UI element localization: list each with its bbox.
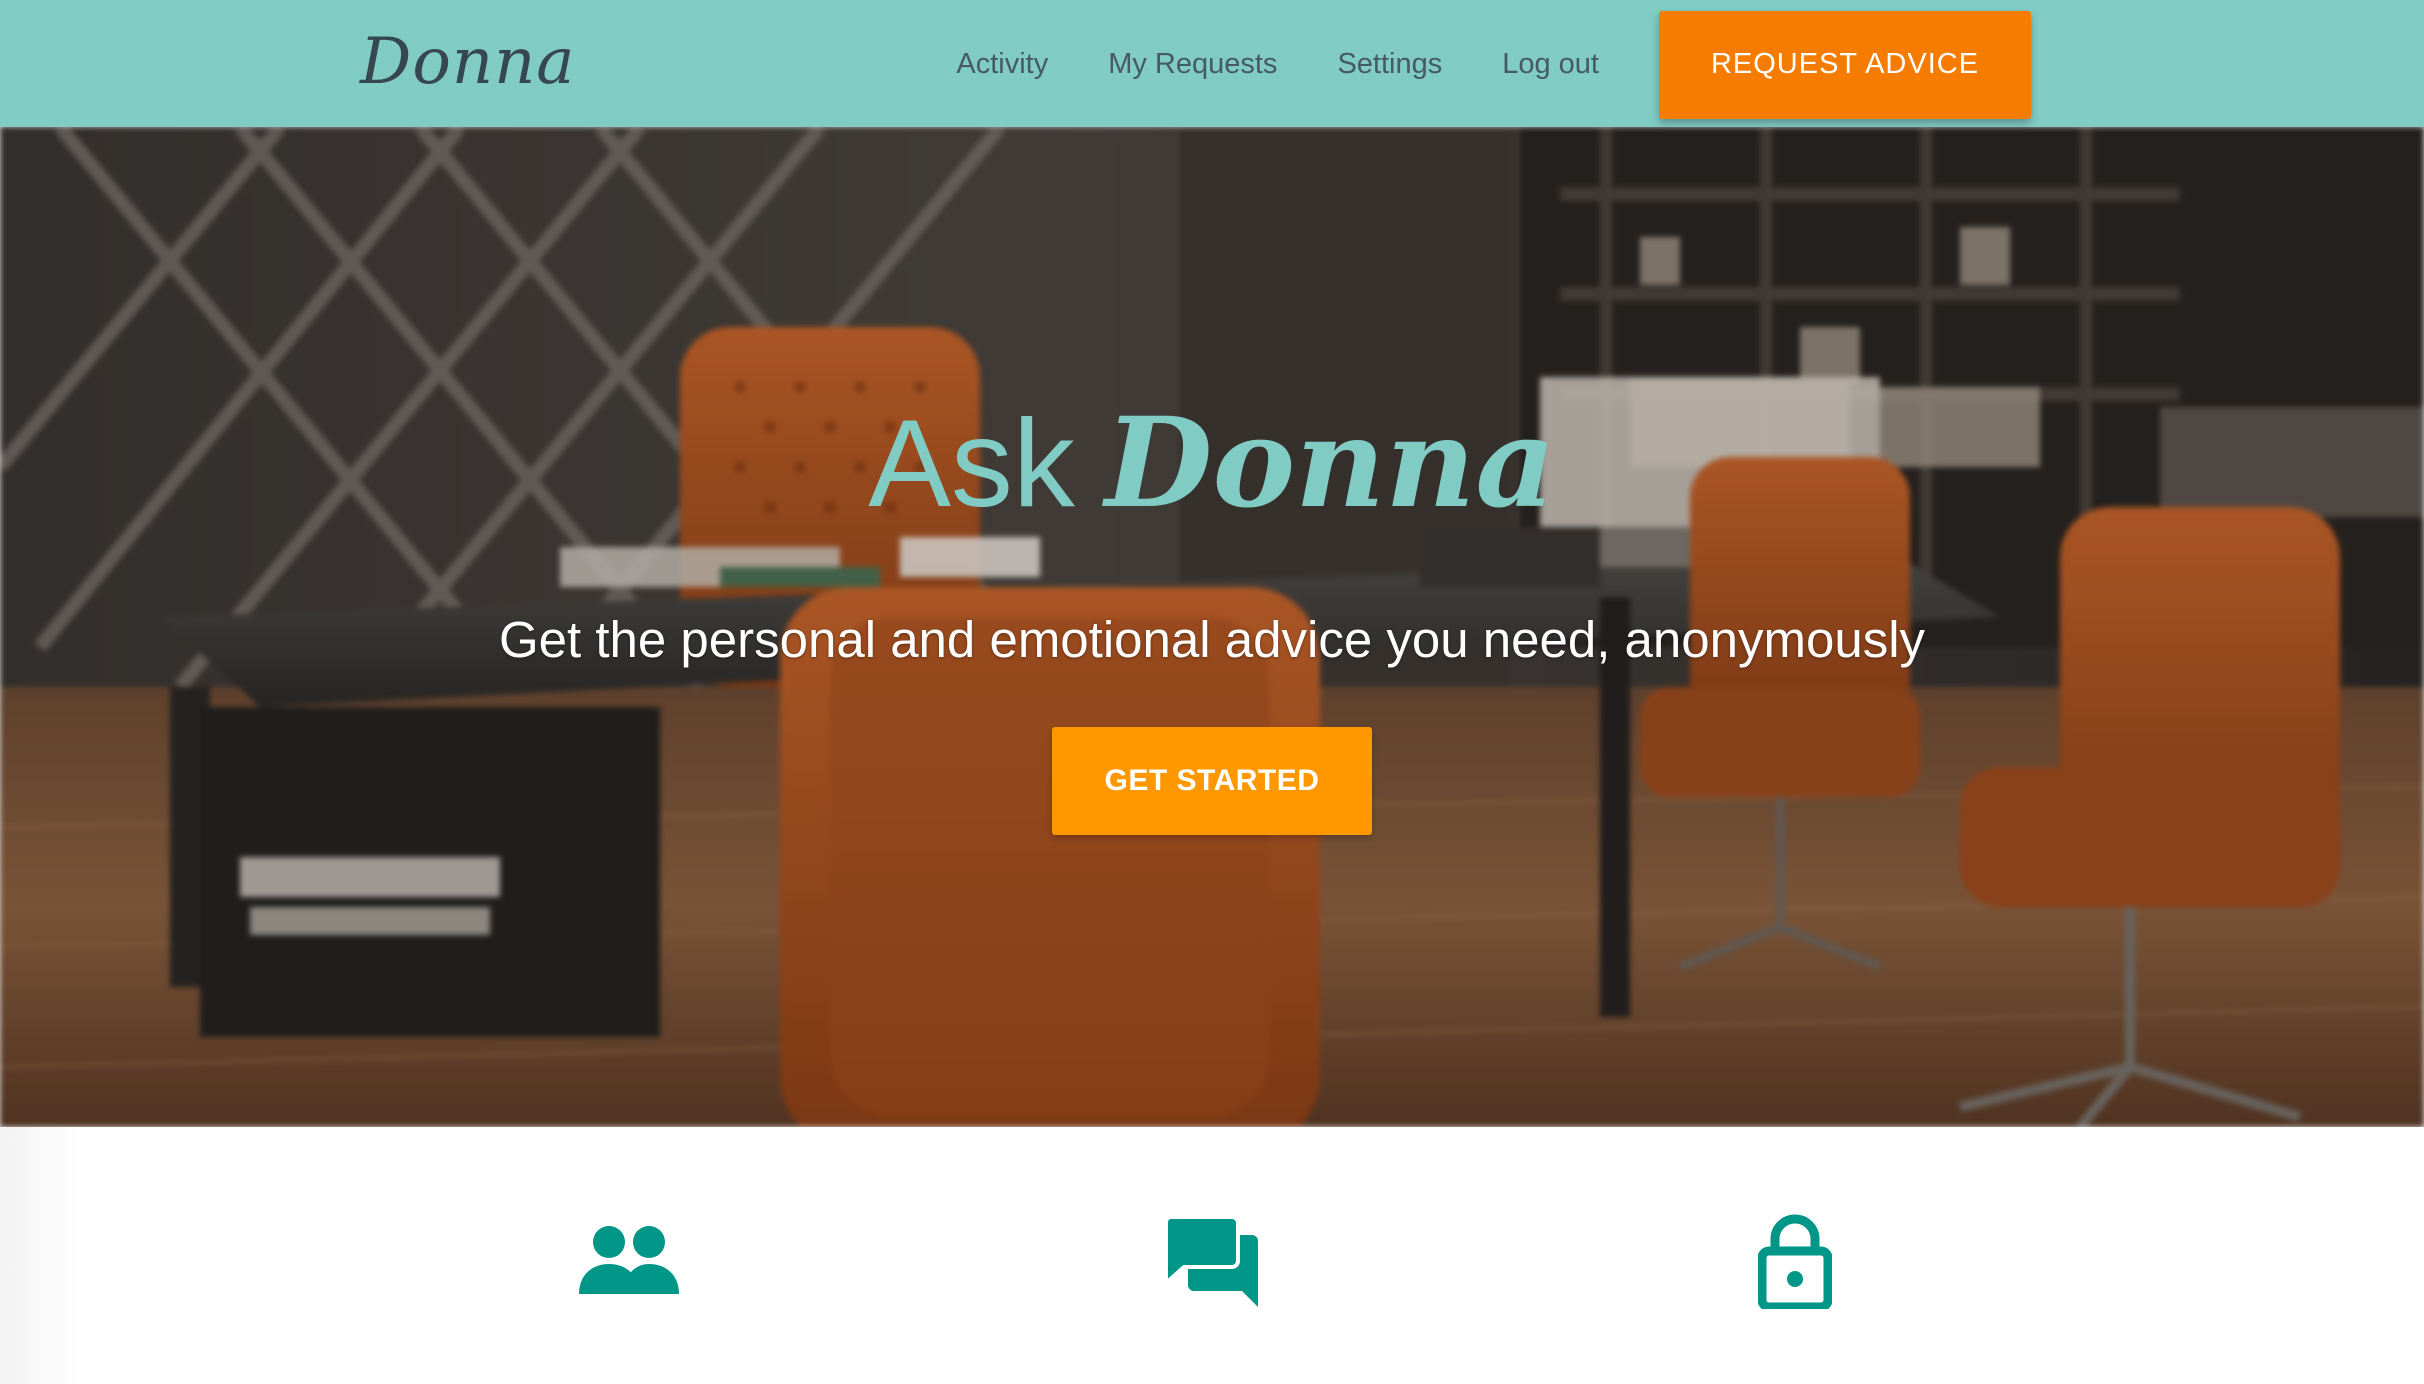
get-started-button[interactable]: GET STARTED	[1052, 727, 1372, 835]
edge-shadow	[0, 1127, 80, 1384]
hero-title-brand: Donna	[1104, 391, 1556, 536]
hero-title: Ask Donna	[0, 399, 2424, 560]
nav-link-log-out[interactable]: Log out	[1502, 44, 1599, 84]
hero-title-prefix: Ask	[868, 395, 1075, 533]
lock-icon	[1758, 1214, 1832, 1309]
brand-logo[interactable]: Donna	[360, 22, 575, 102]
nav-link-activity[interactable]: Activity	[956, 44, 1048, 84]
hero-section: Ask Donna Get the personal and emotional …	[0, 127, 2424, 1127]
features-section	[0, 1127, 2424, 1384]
chat-icon	[1166, 1217, 1258, 1307]
nav-link-my-requests[interactable]: My Requests	[1108, 44, 1277, 84]
nav-link-settings[interactable]: Settings	[1337, 44, 1442, 84]
request-advice-button[interactable]: REQUEST ADVICE	[1659, 10, 2031, 119]
nav-links: Activity My Requests Settings Log out RE…	[956, 0, 2031, 127]
top-navbar: Donna Activity My Requests Settings Log …	[0, 0, 2424, 127]
people-icon	[579, 1226, 679, 1294]
hero-subtitle: Get the personal and emotional advice yo…	[498, 611, 1926, 668]
